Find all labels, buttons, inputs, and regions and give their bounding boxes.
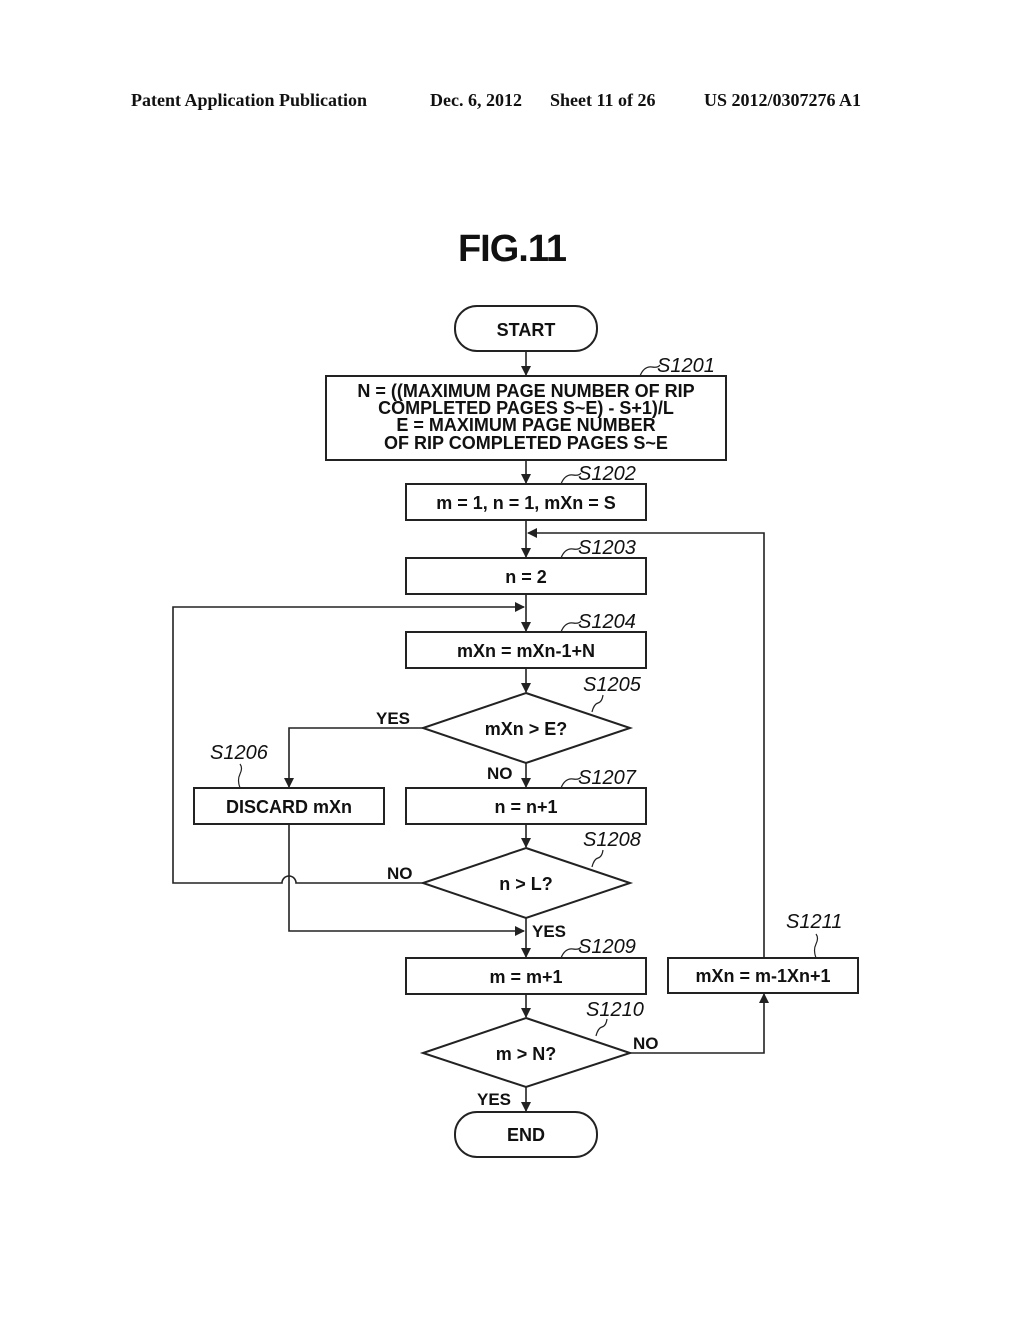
decision-s1205: mXn > E? S1205 <box>419 674 642 765</box>
s1206-label: S1206 <box>210 742 269 764</box>
s1210-leader <box>595 1018 608 1037</box>
s1207-text: n = n+1 <box>494 797 557 817</box>
s1205-yes-label: YES <box>376 709 410 728</box>
s1210-yes-label: YES <box>477 1090 511 1109</box>
s1204-text: mXn = mXn-1+N <box>457 641 595 661</box>
start-terminal: START <box>454 305 598 352</box>
s1208-leader <box>591 849 604 868</box>
s1202-label: S1202 <box>578 463 636 485</box>
s1205-text: mXn > E? <box>485 719 568 739</box>
s1204-label: S1204 <box>578 611 636 633</box>
s1211-label: S1211 <box>786 911 842 933</box>
s1210-label: S1210 <box>586 999 644 1021</box>
s1210-no-label: NO <box>633 1034 659 1053</box>
flowchart: START N = ((MAXIMUM PAGE NUMBER OF RIP C… <box>172 305 859 1158</box>
step-s1211: mXn = m-1Xn+1 S1211 <box>667 911 859 994</box>
s1203-label: S1203 <box>578 537 636 559</box>
s1201-label: S1201 <box>657 355 715 377</box>
s1206-text: DISCARD mXn <box>226 797 352 817</box>
end-terminal: END <box>454 1111 598 1158</box>
s1207-label: S1207 <box>578 767 637 789</box>
s1205-no-label: NO <box>487 764 513 783</box>
s1211-text: mXn = m-1Xn+1 <box>695 966 830 986</box>
s1203-text: n = 2 <box>505 567 547 587</box>
end-text: END <box>507 1125 545 1145</box>
s1201-line-4: OF RIP COMPLETED PAGES S~E <box>384 433 668 453</box>
s1208-text: n > L? <box>499 874 553 894</box>
s1201-line-3: E = MAXIMUM PAGE NUMBER <box>396 415 655 435</box>
s1206-leader <box>237 763 243 789</box>
s1205-label: S1205 <box>583 674 642 696</box>
s1208-label: S1208 <box>583 829 641 851</box>
s1202-text: m = 1, n = 1, mXn = S <box>436 493 616 513</box>
s1209-text: m = m+1 <box>489 967 562 987</box>
decision-s1208: n > L? S1208 <box>419 829 641 920</box>
s1209-label: S1209 <box>578 936 636 958</box>
s1208-no-label: NO <box>387 864 413 883</box>
s1210-text: m > N? <box>496 1044 557 1064</box>
s1208-yes-label: YES <box>532 922 566 941</box>
s1211-leader <box>813 933 819 959</box>
start-text: START <box>497 320 556 340</box>
connector-s1205-yes-s1206 <box>284 727 423 788</box>
decision-s1210: m > N? S1210 <box>419 999 644 1089</box>
s1205-leader <box>591 694 604 713</box>
